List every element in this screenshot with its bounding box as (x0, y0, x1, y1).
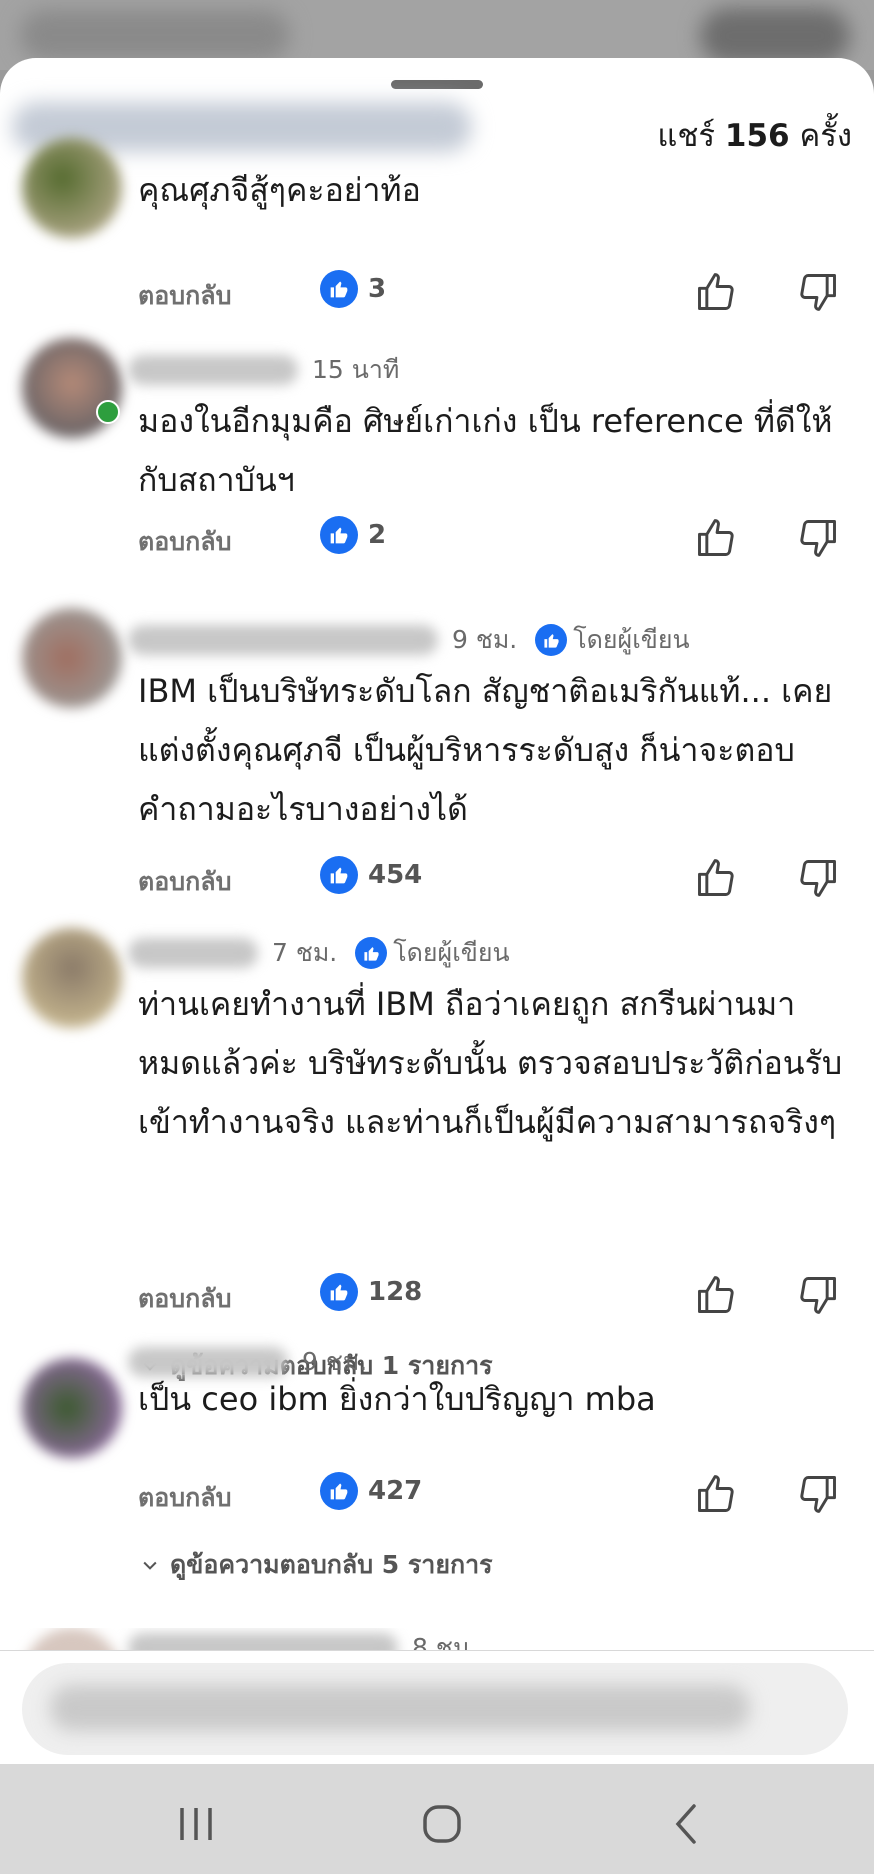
thumbs-up-icon (320, 270, 358, 308)
comment-meta: 8 ชม. (128, 1628, 477, 1650)
blurred-input-placeholder (50, 1685, 750, 1731)
thumbs-down-icon[interactable] (796, 856, 840, 900)
like-count: 3 (320, 270, 386, 308)
reply-button[interactable]: ตอบกลับ (138, 1279, 231, 1319)
like-count: 454 (320, 856, 422, 894)
comment-input-bar (0, 1650, 874, 1764)
commenter-name[interactable] (128, 625, 438, 655)
thumbs-up-icon (320, 856, 358, 894)
comment-meta: 9 ชม. โดยผู้เขียน (128, 620, 690, 660)
like-number: 427 (368, 1476, 423, 1506)
by-author-label: โดยผู้เขียน (573, 625, 690, 654)
online-indicator (96, 400, 120, 424)
comment-time: 9 ชม. (452, 625, 518, 654)
like-count: 128 (320, 1273, 422, 1311)
share-count: แชร์ 156 ครั้ง (657, 110, 852, 160)
comment-text: มองในอีกมุมคือ ศิษย์เก่าเก่ง เป็น refere… (138, 402, 833, 499)
like-number: 3 (368, 274, 387, 304)
comment-actions: ตอบกลับ 427 (0, 1472, 874, 1522)
thumbs-down-icon[interactable] (796, 516, 840, 560)
like-number: 2 (368, 520, 387, 550)
thumbs-up-icon (320, 1273, 358, 1311)
view-replies-label: ดูข้อความตอบกลับ 5 รายการ (170, 1550, 493, 1579)
recent-apps-icon[interactable] (166, 1794, 226, 1854)
like-number: 128 (368, 1277, 423, 1307)
like-count: 2 (320, 516, 386, 554)
comment-text: คุณศุภจีสู้ๆคะอย่าท้อ (138, 171, 421, 209)
comment-meta: 7 ชม. โดยผู้เขียน (128, 933, 510, 973)
thumbs-down-icon[interactable] (796, 270, 840, 314)
thumbs-up-icon (535, 624, 568, 656)
thumbs-up-icon[interactable] (694, 516, 738, 560)
like-number: 454 (368, 860, 423, 890)
thumbs-down-icon[interactable] (796, 1472, 840, 1516)
comment-meta: 15 นาที (128, 350, 399, 390)
comment-time: 8 ชม. (412, 1633, 478, 1650)
reply-button[interactable]: ตอบกลับ (138, 522, 231, 562)
home-icon[interactable] (412, 1794, 472, 1854)
sheet-drag-handle[interactable] (391, 80, 483, 89)
comment-text: ท่านเคยทำงานที่ IBM ถือว่าเคยถูก สกรีนผ่… (138, 985, 843, 1141)
system-navigation-bar (0, 1764, 874, 1874)
reply-button[interactable]: ตอบกลับ (138, 1478, 231, 1518)
comment-actions: ตอบกลับ 3 (0, 270, 874, 320)
comment-item: 8 ชม. (0, 1628, 874, 1650)
comments-sheet: แชร์ 156 ครั้ง คุณศุภจีสู้ๆคะอย่าท้อ ตอบ… (0, 58, 874, 1764)
share-label: แชร์ (657, 118, 716, 154)
avatar[interactable] (22, 1358, 122, 1458)
avatar[interactable] (22, 608, 122, 708)
thumbs-up-icon[interactable] (694, 856, 738, 900)
commenter-name[interactable] (128, 1633, 398, 1650)
thumbs-up-icon[interactable] (694, 1273, 738, 1317)
share-number: 156 (724, 118, 790, 154)
avatar[interactable] (22, 928, 122, 1028)
comment-text: IBM เป็นบริษัทระดับโลก สัญชาติอเมริกันแท… (138, 672, 833, 828)
thumbs-up-icon[interactable] (694, 1472, 738, 1516)
avatar[interactable] (22, 1628, 122, 1650)
thumbs-down-icon[interactable] (796, 1273, 840, 1317)
commenter-name[interactable] (128, 938, 258, 968)
like-count: 427 (320, 1472, 422, 1510)
reply-button[interactable]: ตอบกลับ (138, 276, 231, 316)
comment-time: 7 ชม. (272, 938, 338, 967)
blurred-header-content (20, 10, 290, 60)
by-author-badge: โดยผู้เขียน (355, 933, 510, 973)
thumbs-up-icon (320, 516, 358, 554)
comment-actions: ตอบกลับ 454 (0, 856, 874, 906)
thumbs-up-icon (355, 937, 388, 969)
comment-actions: ตอบกลับ 2 (0, 516, 874, 566)
avatar[interactable] (22, 138, 122, 238)
blurred-header-avatar (700, 8, 850, 64)
share-unit: ครั้ง (799, 118, 852, 154)
by-author-badge: โดยผู้เขียน (535, 620, 690, 660)
back-icon[interactable] (656, 1794, 716, 1854)
thumbs-up-icon[interactable] (694, 270, 738, 314)
commenter-name[interactable] (128, 355, 298, 385)
by-author-label: โดยผู้เขียน (393, 938, 510, 967)
chevron-down-icon (143, 1561, 157, 1570)
comment-actions: ตอบกลับ 128 (0, 1273, 874, 1323)
view-replies-button[interactable]: ดูข้อความตอบกลับ 5 รายการ (140, 1545, 493, 1585)
thumbs-up-icon (320, 1472, 358, 1510)
comment-time: 15 นาที (312, 355, 400, 384)
comment-text: เป็น ceo ibm ยิ่งกว่าใบปริญญา mba (138, 1380, 656, 1418)
reply-button[interactable]: ตอบกลับ (138, 862, 231, 902)
